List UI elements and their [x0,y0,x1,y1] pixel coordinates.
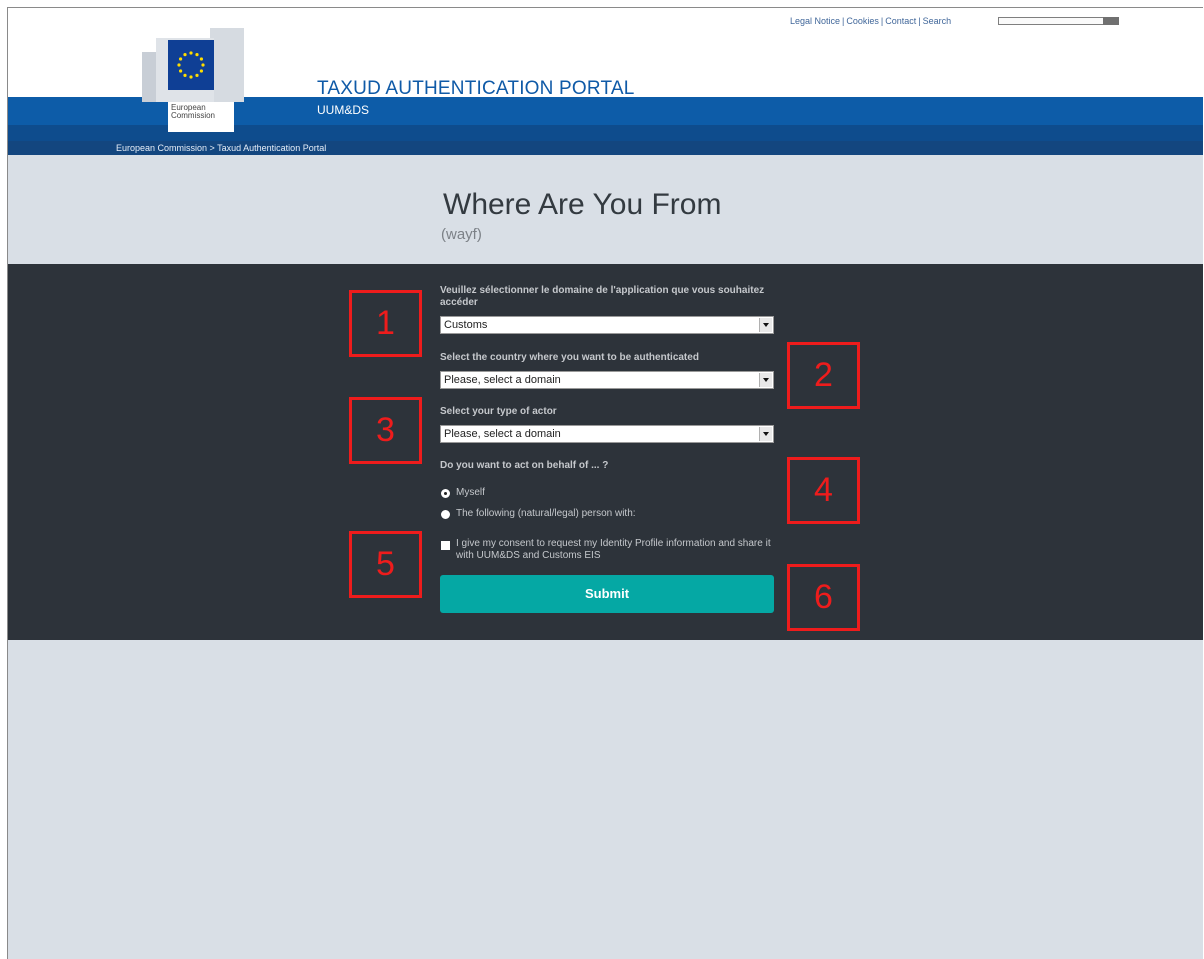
eu-flag-icon [168,40,214,90]
search-button[interactable] [1103,17,1119,25]
annotation-marker-2: 2 [787,342,860,409]
domain-select-value: Customs [444,319,488,331]
top-links: Legal Notice | Cookies | Contact | Search [790,16,952,26]
browser-page: Legal Notice | Cookies | Contact | Search [7,7,1203,959]
country-select[interactable]: Please, select a domain [440,371,774,389]
chevron-down-icon[interactable] [759,427,772,441]
annotation-marker-3: 3 [349,397,422,464]
consent-label: I give my consent to request my Identity… [456,538,771,561]
radio-other-person-label: The following (natural/legal) person wit… [456,508,636,519]
legal-notice-link[interactable]: Legal Notice [790,16,840,26]
consent-checkbox[interactable] [441,541,450,550]
contact-link[interactable]: Contact [885,16,916,26]
annotation-marker-5: 5 [349,531,422,598]
page-subtitle: (wayf) [441,226,482,243]
annotation-marker-6: 6 [787,564,860,631]
chevron-down-icon[interactable] [759,318,772,332]
annotation-marker-4: 4 [787,457,860,524]
actor-label: Select your type of actor [440,406,557,417]
radio-myself[interactable] [441,489,450,498]
page-title: Where Are You From [443,188,722,221]
radio-other-person[interactable] [441,510,450,519]
european-commission-logo: European Commission [140,24,248,132]
cookies-link[interactable]: Cookies [846,16,879,26]
submit-button[interactable]: Submit [440,575,774,613]
breadcrumb-trail[interactable]: European Commission > Taxud Authenticati… [116,141,326,155]
portal-subtitle: UUM&DS [317,103,370,117]
search-link[interactable]: Search [923,16,952,26]
portal-title: TAXUD AUTHENTICATION PORTAL [317,78,635,99]
domain-label: Veuillez sélectionner le domaine de l'ap… [440,285,765,308]
behalf-label: Do you want to act on behalf of ... ? [440,460,609,471]
country-select-value: Please, select a domain [444,374,561,386]
actor-select-value: Please, select a domain [444,428,561,440]
breadcrumb: European Commission > Taxud Authenticati… [8,141,1203,155]
actor-select[interactable]: Please, select a domain [440,425,774,443]
logo-caption: European Commission [168,102,234,132]
country-label: Select the country where you want to be … [440,352,699,363]
chevron-down-icon[interactable] [759,373,772,387]
annotation-marker-1: 1 [349,290,422,357]
domain-select[interactable]: Customs [440,316,774,334]
search-input[interactable] [998,17,1119,25]
radio-myself-label: Myself [456,487,485,498]
